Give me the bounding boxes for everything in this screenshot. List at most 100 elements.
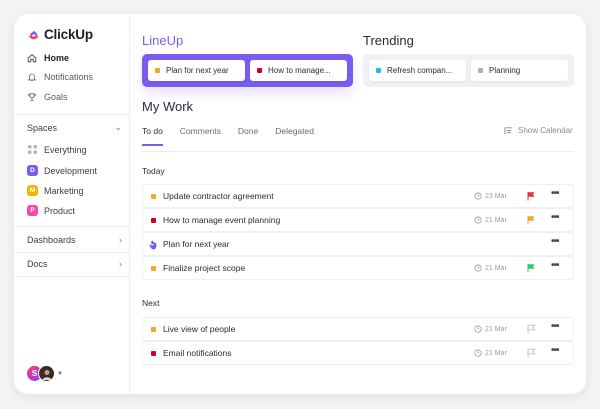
space-item-marketing[interactable]: M Marketing: [27, 185, 84, 196]
clock-icon: [474, 192, 482, 200]
status-square: [151, 327, 156, 332]
section-label: Docs: [27, 259, 48, 269]
nav-label: Home: [44, 53, 70, 63]
task-name: Plan for next year: [163, 239, 230, 249]
space-label: Marketing: [44, 185, 84, 196]
tab-done[interactable]: Done: [238, 126, 258, 146]
status-square: [151, 351, 156, 356]
flag-icon-green[interactable]: [526, 263, 536, 273]
clock-icon: [474, 264, 482, 272]
lineup-item[interactable]: Plan for next year: [148, 60, 245, 81]
task-row[interactable]: Live view of people 21 Mar •••: [142, 317, 574, 341]
space-label: Product: [44, 205, 76, 216]
task-row[interactable]: Email notifications 21 Mar •••: [142, 341, 574, 365]
nav-label: Goals: [44, 92, 68, 102]
divider: [14, 114, 130, 115]
space-item-product[interactable]: P Product: [27, 205, 75, 216]
show-calendar-button[interactable]: Show Calendar: [504, 126, 573, 135]
spaces-label: Spaces: [27, 122, 58, 133]
due-date[interactable]: 23 Mar: [474, 192, 507, 200]
caret-down-icon: ▼: [57, 370, 63, 377]
spaces-header[interactable]: Spaces ⌄: [27, 122, 122, 133]
divider: [14, 252, 130, 253]
grid-icon: [28, 145, 37, 154]
flag-icon-red[interactable]: [526, 191, 536, 201]
lineup-item[interactable]: How to manage...: [250, 60, 347, 81]
nav-item-notifications[interactable]: Notifications: [27, 72, 93, 82]
tab-delegated[interactable]: Delegated: [275, 126, 314, 146]
flag-outline-icon[interactable]: [526, 324, 536, 334]
task-name: Update contractor agreement: [163, 191, 274, 201]
task-name: How to manage event planning: [163, 215, 281, 225]
due-date-label: 21 Mar: [485, 216, 507, 224]
sidebar-item-dashboards[interactable]: Dashboards ›: [27, 235, 122, 245]
drag-hand-icon[interactable]: [148, 239, 159, 250]
group-title-next: Next: [142, 298, 160, 308]
flag-outline-icon[interactable]: [526, 348, 536, 358]
due-date-label: 23 Mar: [485, 192, 507, 200]
nav-label: Notifications: [44, 72, 94, 82]
space-label: Everything: [44, 144, 87, 155]
status-square: [257, 68, 262, 73]
task-name: Email notifications: [163, 348, 232, 358]
logo[interactable]: ClickUp: [27, 27, 93, 42]
trending-item[interactable]: Refresh compan...: [369, 60, 466, 81]
lineup-panel: Plan for next year How to manage...: [142, 54, 353, 87]
space-badge: D: [27, 165, 38, 176]
chevron-down-icon[interactable]: ⌄: [114, 122, 122, 133]
space-badge: P: [27, 205, 38, 216]
trending-item-label: Planning: [489, 66, 521, 75]
due-date[interactable]: 21 Mar: [474, 216, 507, 224]
flag-icon-orange[interactable]: [526, 215, 536, 225]
clock-icon: [474, 216, 482, 224]
due-date[interactable]: 21 Mar: [474, 264, 507, 272]
lineup-title: LineUp: [142, 33, 184, 48]
status-square: [151, 266, 156, 271]
trending-item[interactable]: Planning: [471, 60, 568, 81]
sidebar: ClickUp Home Notifications Goals Spaces …: [14, 14, 130, 394]
section-label: Dashboards: [27, 235, 76, 245]
space-item-everything[interactable]: Everything: [27, 144, 87, 155]
more-icon[interactable]: •••: [551, 188, 559, 199]
bell-icon: [27, 73, 37, 82]
tab-todo[interactable]: To do: [142, 126, 163, 146]
task-name: Finalize project scope: [163, 263, 246, 273]
task-row[interactable]: Finalize project scope 21 Mar •••: [142, 256, 574, 280]
trending-title: Trending: [363, 33, 414, 48]
mywork-title: My Work: [142, 99, 194, 114]
user-menu[interactable]: S ▼: [26, 365, 63, 382]
more-icon[interactable]: •••: [551, 345, 559, 356]
space-item-development[interactable]: D Development: [27, 165, 97, 176]
mywork-tabs: To do Comments Done Delegated: [142, 126, 331, 146]
app-window: ClickUp Home Notifications Goals Spaces …: [14, 14, 586, 394]
task-row[interactable]: Update contractor agreement 23 Mar •••: [142, 184, 574, 208]
more-icon[interactable]: •••: [551, 321, 559, 332]
show-calendar-label: Show Calendar: [518, 126, 573, 135]
chevron-right-icon: ›: [119, 235, 122, 245]
chevron-right-icon: ›: [119, 259, 122, 269]
tab-comments[interactable]: Comments: [180, 126, 221, 146]
trophy-icon: [28, 93, 36, 101]
status-square: [155, 68, 160, 73]
more-icon[interactable]: •••: [551, 212, 559, 223]
avatar-photo: [38, 365, 55, 382]
more-icon[interactable]: •••: [551, 236, 559, 247]
lineup-item-label: Plan for next year: [166, 66, 229, 75]
sidebar-item-docs[interactable]: Docs ›: [27, 259, 122, 269]
status-square: [151, 194, 156, 199]
more-icon[interactable]: •••: [551, 260, 559, 271]
task-row[interactable]: Plan for next year •••: [142, 232, 574, 256]
nav-item-home[interactable]: Home: [27, 53, 69, 63]
clock-icon: [474, 349, 482, 357]
due-date-label: 21 Mar: [485, 325, 507, 333]
task-row[interactable]: How to manage event planning 21 Mar •••: [142, 208, 574, 232]
space-badge: M: [27, 185, 38, 196]
trending-panel: Refresh compan... Planning: [363, 54, 574, 87]
due-date[interactable]: 21 Mar: [474, 349, 507, 357]
due-date[interactable]: 21 Mar: [474, 325, 507, 333]
app-name: ClickUp: [44, 27, 93, 42]
nav-item-goals[interactable]: Goals: [27, 92, 68, 102]
divider: [14, 226, 130, 227]
due-date-label: 21 Mar: [485, 349, 507, 357]
person-icon: [42, 369, 51, 380]
